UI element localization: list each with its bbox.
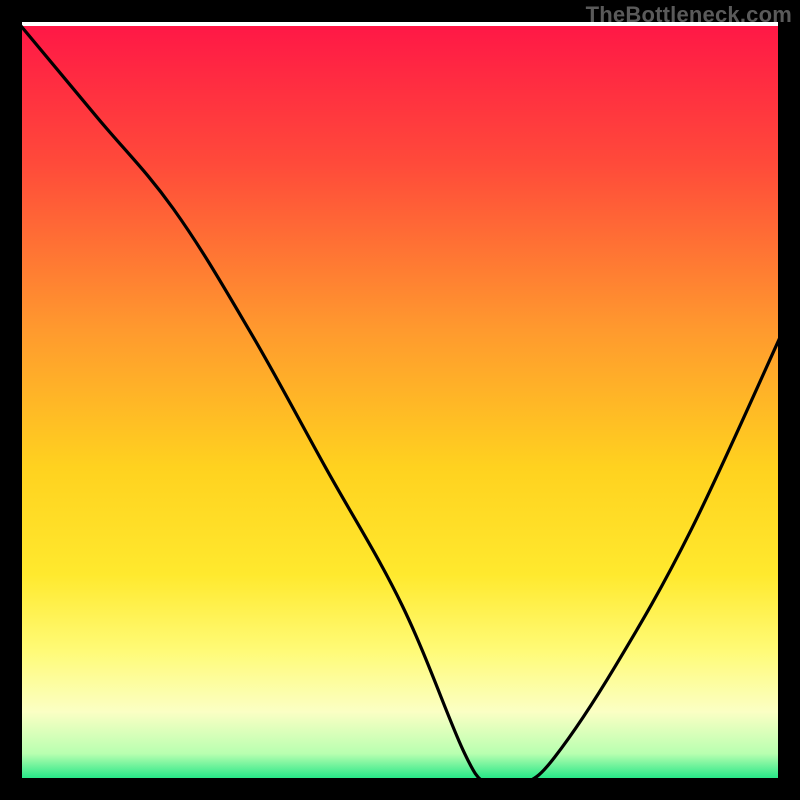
plot-background (21, 26, 783, 788)
bottleneck-chart: TheBottleneck.com (0, 0, 800, 800)
watermark-text: TheBottleneck.com (586, 2, 792, 28)
chart-svg (0, 0, 800, 800)
